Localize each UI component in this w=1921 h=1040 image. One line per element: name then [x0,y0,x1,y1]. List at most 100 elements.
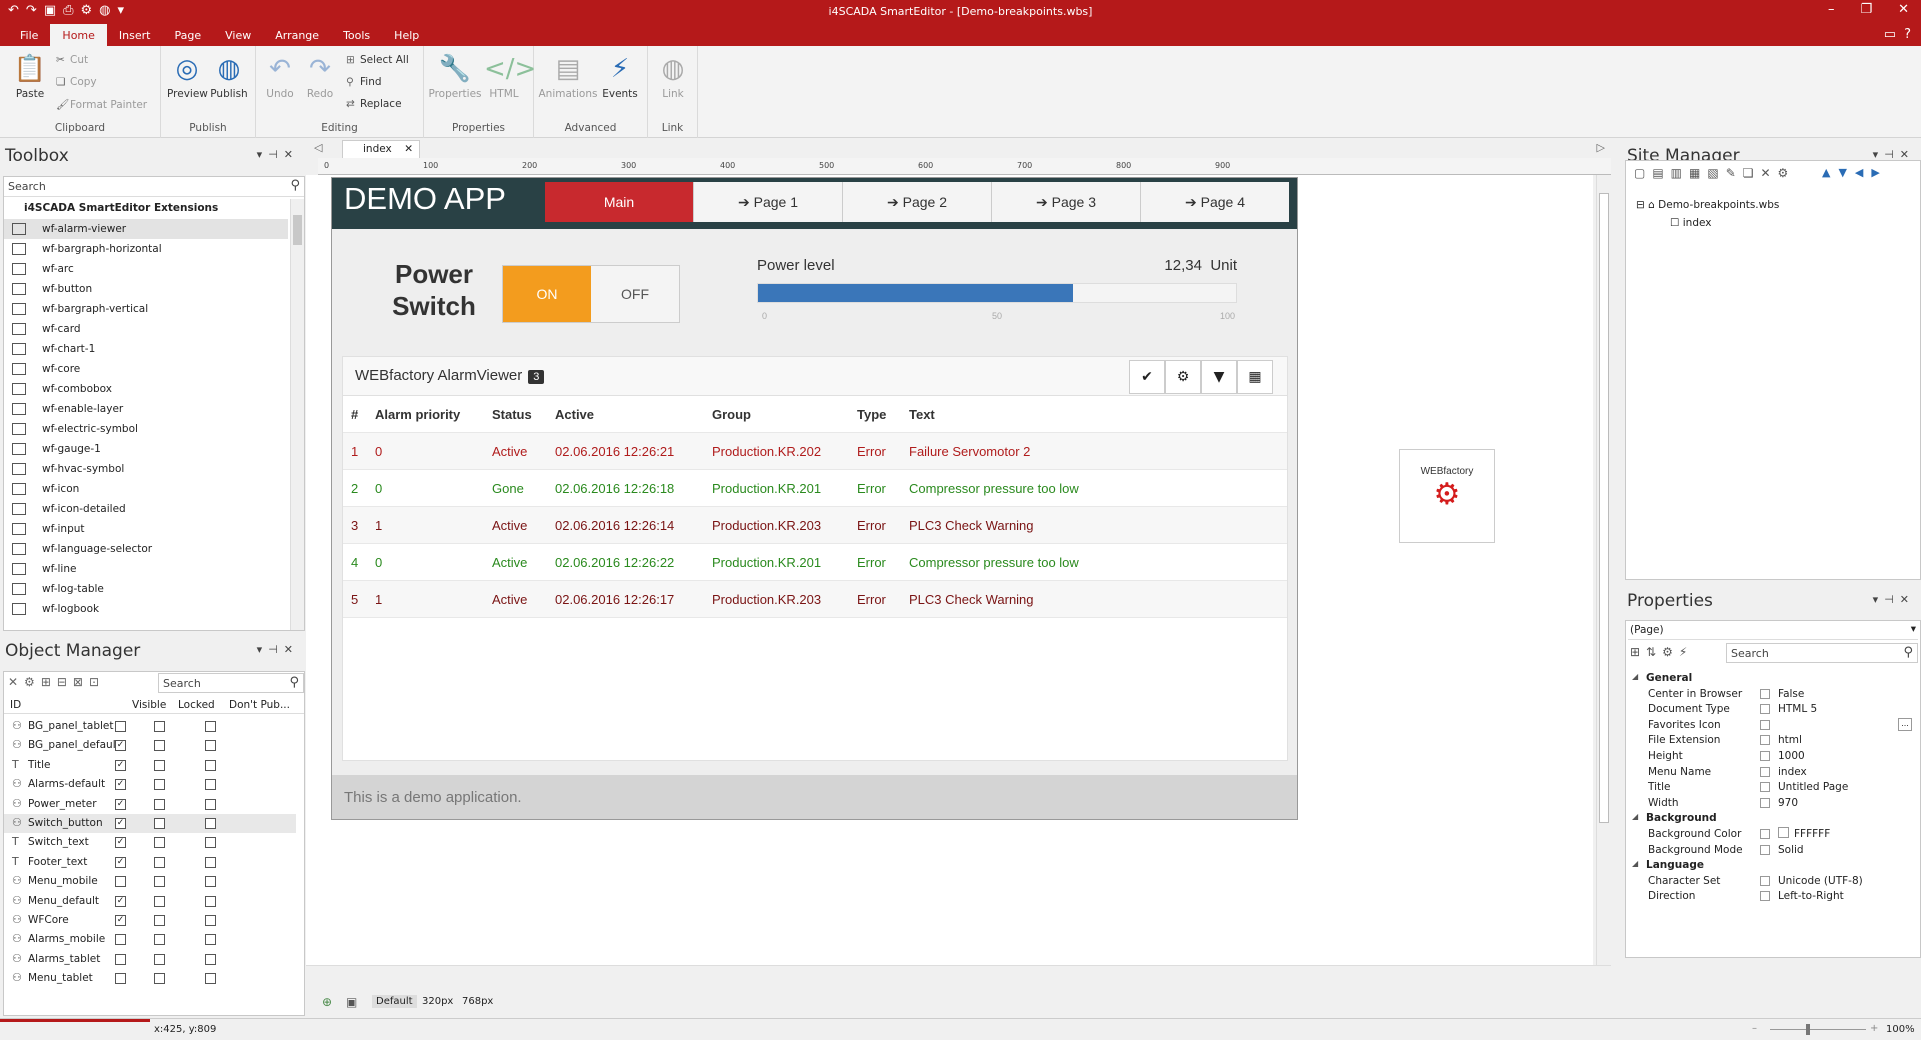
toolbox-scrollbar[interactable] [290,199,304,630]
locked-checkbox[interactable] [154,721,165,732]
tab-view[interactable]: View [213,24,263,46]
toolbox-item[interactable]: wf-logbook [4,599,288,619]
nav-main[interactable]: Main [545,182,694,222]
power-switch[interactable]: ON OFF [502,265,680,323]
tab-index[interactable]: index ✕ [342,140,420,158]
events-button[interactable]: ⚡ Events [600,52,640,100]
toolbox-item[interactable]: wf-bargraph-vertical [4,299,288,319]
toolbox-item[interactable]: wf-input [4,519,288,539]
visible-checkbox[interactable]: ✓ [115,915,126,926]
tab-page[interactable]: Page [162,24,213,46]
object-row[interactable]: T Footer_text ✓ [4,853,296,872]
object-row[interactable]: ⚇ Alarms_tablet [4,950,296,969]
tab-scroll-right-icon[interactable]: ▷ [1597,141,1605,154]
toolbox-item[interactable]: wf-icon [4,479,288,499]
object-row[interactable]: ⚇ Power_meter ✓ [4,795,296,814]
visible-checkbox[interactable] [115,876,126,888]
collapse-icon[interactable]: ◢ [1632,859,1638,868]
dont-publish-checkbox[interactable] [205,759,216,771]
dont-publish-checkbox[interactable] [205,837,216,849]
format-painter-button[interactable]: 🖌Format Painter [56,98,147,111]
select-all-button[interactable]: ⊞ Select All [346,54,409,66]
toolbox-item[interactable]: wf-combobox [4,379,288,399]
toolbox-item[interactable]: wf-icon-detailed [4,499,288,519]
properties-toolbar[interactable]: ⊞⇅⚙⚡ [1630,645,1693,659]
visible-checkbox[interactable]: ✓ [115,818,126,829]
move-arrows-icon[interactable]: ▲▼◀▶ [1822,166,1888,179]
nav-page-1[interactable]: ➔ Page 1 [694,182,843,222]
toolbox-item[interactable]: wf-enable-layer [4,399,288,419]
object-row[interactable]: ⚇ Menu_default ✓ [4,892,296,911]
property-row[interactable]: Direction Left-to-Right [1626,887,1916,906]
locked-checkbox[interactable] [154,798,165,810]
toolbox-item[interactable]: wf-bargraph-horizontal [4,239,288,259]
toolbox-search[interactable]: Search ⚲ [4,177,304,197]
tab-help[interactable]: Help [382,24,431,46]
visible-checkbox[interactable]: ✓ [115,779,126,791]
locked-checkbox[interactable] [154,973,165,985]
copy-button[interactable]: ❏ Copy [56,76,97,88]
nav-page-2[interactable]: ➔ Page 2 [843,182,992,222]
toolbox-item[interactable]: wf-electric-symbol [4,419,288,439]
paste-button[interactable]: 📋 Paste [10,52,50,100]
locked-checkbox[interactable] [154,953,165,965]
help-icon[interactable]: ? [1904,27,1911,42]
minimize-icon[interactable]: – [1828,2,1835,17]
filter-button[interactable]: ▼ [1201,360,1237,394]
object-row[interactable]: ⚇ Alarms-default ✓ [4,775,296,794]
add-breakpoint-icon[interactable]: ⊕ [322,995,332,1009]
object-row[interactable]: ⚇ BG_panel_tablet [4,717,296,736]
object-row[interactable]: ⚇ Menu_mobile [4,872,296,891]
locked-checkbox[interactable] [154,740,165,752]
object-row[interactable]: T Switch_text ✓ [4,833,296,852]
toolbox-item[interactable]: wf-log-table [4,579,288,599]
visible-checkbox[interactable]: ✓ [115,856,126,868]
visible-checkbox[interactable] [115,934,126,946]
toolbox-item[interactable]: wf-button [4,279,288,299]
redo-button[interactable]: ↷ Redo [302,52,338,100]
tab-scroll-left-icon[interactable]: ◁ [314,141,322,154]
nav-page-4[interactable]: ➔ Page 4 [1141,182,1289,222]
tree-root[interactable]: ⊟ ⌂ Demo-breakpoints.wbs [1636,199,1779,211]
dont-publish-checkbox[interactable] [205,798,216,810]
toolbox-item[interactable]: wf-alarm-viewer [4,219,288,239]
alarm-row[interactable]: 5 1 Active 02.06.2016 12:26:17 Production.KR… [343,581,1287,618]
breakpoint-settings-icon[interactable]: ▣ [346,995,357,1009]
tab-tools[interactable]: Tools [331,24,382,46]
object-row[interactable]: ⚇ Switch_button ✓ [4,814,296,833]
toolbox-item[interactable]: wf-card [4,319,288,339]
properties-search[interactable]: Search ⚲ [1726,643,1918,663]
toolbox-item[interactable]: wf-line [4,559,288,579]
link-button[interactable]: ◍ Link [653,52,693,100]
visible-checkbox[interactable]: ✓ [115,798,126,810]
switch-off[interactable]: OFF [591,266,679,322]
collapse-icon[interactable]: ◢ [1632,812,1638,821]
zoom-in-icon[interactable]: + [1870,1023,1878,1034]
columns-button[interactable]: ▦ [1237,360,1273,394]
object-row[interactable]: ⚇ WFCore ✓ [4,911,296,930]
object-row[interactable]: ⚇ Alarms_mobile [4,930,296,949]
dont-publish-checkbox[interactable] [205,953,216,965]
canvas-vscrollbar[interactable] [1596,175,1611,965]
dont-publish-checkbox[interactable] [205,856,216,868]
locked-checkbox[interactable] [154,895,165,907]
alarm-row[interactable]: 4 0 Active 02.06.2016 12:26:22 Production.KR… [343,544,1287,581]
visible-checkbox[interactable]: ✓ [115,837,126,849]
html-button[interactable]: </> HTML [484,52,536,100]
replace-button[interactable]: ⇄ Replace [346,98,402,110]
find-button[interactable]: ⚲ Find [346,76,382,88]
visible-checkbox[interactable] [115,953,126,965]
breakpoint-320[interactable]: 320px [422,996,453,1007]
object-search[interactable]: Search ⚲ [158,673,304,693]
locked-checkbox[interactable] [154,759,165,771]
alarm-row[interactable]: 1 0 Active 02.06.2016 12:26:21 Production.KR… [343,433,1287,470]
tab-insert[interactable]: Insert [107,24,163,46]
preview-button[interactable]: ◎ Preview [167,52,208,100]
locked-checkbox[interactable] [154,818,165,829]
locked-checkbox[interactable] [154,837,165,849]
publish-button[interactable]: ◍ Publish [209,52,249,100]
toolbox-item[interactable]: wf-language-selector [4,539,288,559]
object-row[interactable]: T Title ✓ [4,756,296,775]
dont-publish-checkbox[interactable] [205,915,216,926]
locked-checkbox[interactable] [154,856,165,868]
